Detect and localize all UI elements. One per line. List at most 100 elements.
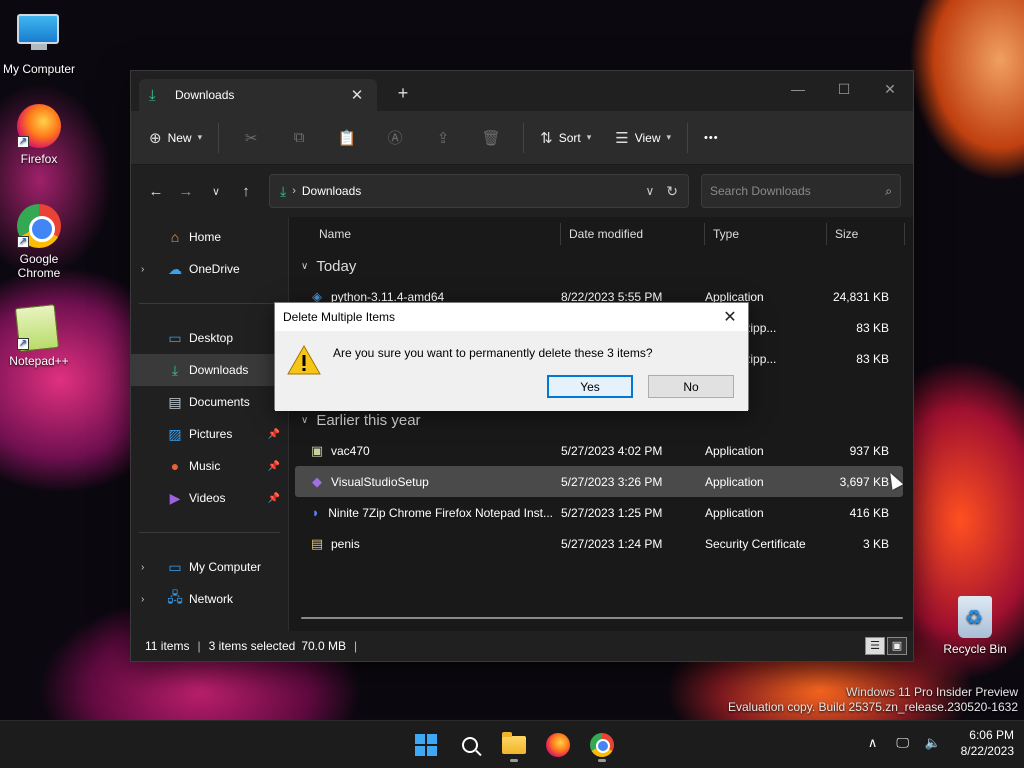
- taskbar-firefox[interactable]: [540, 727, 576, 763]
- os-watermark: Windows 11 Pro Insider Preview Evaluatio…: [728, 685, 1018, 715]
- taskbar-chrome[interactable]: [584, 727, 620, 763]
- paste-button[interactable]: 📋: [323, 122, 371, 154]
- desktop-icon-my-computer[interactable]: My Computer: [1, 8, 77, 76]
- app-icon: ▣: [310, 442, 324, 458]
- more-options-button[interactable]: •••: [696, 122, 727, 154]
- clock-time: 6:06 PM: [969, 728, 1014, 742]
- file-size: 83 KB: [856, 351, 889, 366]
- desktop-icon-label: Google Chrome: [17, 252, 61, 280]
- column-header-name[interactable]: Name: [295, 223, 561, 245]
- pin-icon[interactable]: 📌: [268, 429, 280, 440]
- share-button[interactable]: ⇪: [419, 122, 467, 154]
- new-tab-button[interactable]: +: [393, 83, 413, 104]
- chevron-down-icon[interactable]: ∨: [645, 184, 654, 198]
- clock[interactable]: 6:06 PM 8/22/2023: [961, 727, 1014, 759]
- rename-button[interactable]: Ⓐ: [371, 122, 419, 154]
- sort-button[interactable]: ⇅ Sort ▾: [532, 122, 599, 154]
- group-header[interactable]: ∨ Today: [295, 251, 913, 281]
- search-input[interactable]: [710, 184, 886, 198]
- chevron-right-icon[interactable]: ›: [141, 264, 155, 275]
- column-header-type[interactable]: Type: [705, 223, 827, 245]
- refresh-icon[interactable]: ↻: [666, 183, 678, 200]
- selection-size: 70.0 MB: [301, 639, 347, 653]
- close-tab-icon[interactable]: ✕: [347, 86, 367, 104]
- tab-downloads[interactable]: ⤓ Downloads ✕: [139, 79, 377, 111]
- title-bar: ⤓ Downloads ✕ + — ☐ ✕: [131, 71, 913, 111]
- file-row[interactable]: ◗ Ninite 7Zip Chrome Firefox Notepad Inst…: [295, 497, 903, 528]
- pin-icon[interactable]: 📌: [268, 493, 280, 504]
- sidebar-item-network[interactable]: › 🖧 Network: [131, 583, 288, 615]
- maximize-button[interactable]: ☐: [821, 75, 867, 103]
- cut-button[interactable]: ✂: [227, 122, 275, 154]
- forward-button[interactable]: →: [171, 183, 201, 200]
- no-button[interactable]: No: [648, 375, 734, 398]
- sidebar-item-pictures[interactable]: ▨ Pictures 📌: [131, 418, 288, 450]
- address-bar[interactable]: ⤓ › Downloads ∨ ↻: [269, 174, 689, 208]
- file-type: Application: [705, 505, 764, 520]
- file-size: 937 KB: [849, 443, 889, 458]
- close-icon[interactable]: ✕: [720, 307, 740, 327]
- sidebar-item-desktop[interactable]: ▭ Desktop: [131, 322, 288, 354]
- firefox-icon: [546, 733, 570, 757]
- desktop-icon-chrome[interactable]: ↗ Google Chrome: [1, 204, 77, 280]
- file-size: 3,697 KB: [839, 474, 889, 489]
- sort-label: Sort: [558, 130, 581, 145]
- videos-icon: ▶: [169, 489, 181, 506]
- chevron-down-icon: ∨: [301, 260, 309, 272]
- file-row[interactable]: ▣ vac470 5/27/2023 4:02 PM Application 93…: [295, 435, 903, 466]
- network-icon[interactable]: 🖵: [893, 735, 913, 751]
- chevron-down-icon: ▾: [666, 132, 672, 142]
- taskbar-file-explorer[interactable]: [496, 727, 532, 763]
- sidebar-item-home[interactable]: ⌂ Home: [131, 221, 288, 253]
- notepadpp-icon: ↗: [14, 304, 61, 352]
- view-button[interactable]: ☰ View ▾: [607, 122, 679, 154]
- sidebar-item-music[interactable]: ● Music 📌: [131, 450, 288, 482]
- sidebar-item-downloads[interactable]: ⤓ Downloads: [131, 354, 288, 386]
- delete-button[interactable]: 🗑: [467, 122, 515, 154]
- desktop-icon-recycle-bin[interactable]: Recycle Bin: [940, 596, 1010, 656]
- file-name: vac470: [331, 443, 370, 458]
- pin-icon[interactable]: 📌: [268, 461, 280, 472]
- computer-icon: ▭: [168, 558, 182, 575]
- desktop-icon-firefox[interactable]: ↗ Firefox: [1, 104, 77, 166]
- sidebar-item-documents[interactable]: ▤ Documents: [131, 386, 288, 418]
- column-header-size[interactable]: Size: [827, 223, 905, 245]
- volume-icon[interactable]: 🔈: [923, 735, 943, 751]
- chevron-up-icon[interactable]: ∧: [863, 735, 883, 751]
- dialog-message: Are you sure you want to permanently del…: [333, 346, 653, 360]
- sidebar-item-onedrive[interactable]: › ☁ OneDrive: [131, 253, 288, 285]
- sidebar-item-my-computer[interactable]: › ▭ My Computer: [131, 551, 288, 583]
- file-row[interactable]: ◆ VisualStudioSetup 5/27/2023 3:26 PM App…: [295, 466, 903, 497]
- file-date: 5/27/2023 3:26 PM: [561, 474, 663, 489]
- download-icon: ⤓: [149, 86, 156, 104]
- desktop-icon-notepadpp[interactable]: ↗ Notepad++: [1, 304, 77, 368]
- file-size: 24,831 KB: [832, 289, 889, 304]
- file-type: Security Certificate: [705, 536, 806, 551]
- close-window-button[interactable]: ✕: [867, 75, 913, 103]
- search-button[interactable]: [452, 727, 488, 763]
- chevron-right-icon[interactable]: ›: [141, 594, 155, 605]
- search-box[interactable]: ⌕: [701, 174, 901, 208]
- command-bar: ⊕ New ▾ ✂ ⧉ 📋 Ⓐ ⇪ 🗑 ⇅ Sort ▾ ☰ View ▾ ••…: [131, 111, 913, 165]
- yes-button[interactable]: Yes: [547, 375, 633, 398]
- minimize-button[interactable]: —: [775, 75, 821, 103]
- horizontal-scrollbar[interactable]: [301, 617, 903, 619]
- start-button[interactable]: [408, 727, 444, 763]
- file-row[interactable]: ▤ penis 5/27/2023 1:24 PM Security Certif…: [295, 528, 903, 559]
- details-view-button[interactable]: ☰: [865, 637, 885, 655]
- up-button[interactable]: ↑: [231, 183, 261, 200]
- breadcrumb[interactable]: Downloads: [302, 184, 634, 198]
- warning-icon: [287, 345, 321, 375]
- new-button[interactable]: ⊕ New ▾: [141, 122, 210, 154]
- chevron-right-icon: ›: [292, 185, 296, 197]
- paste-icon: 📋: [337, 129, 357, 147]
- copy-button[interactable]: ⧉: [275, 122, 323, 154]
- column-header-date[interactable]: Date modified: [561, 223, 705, 245]
- recent-locations-button[interactable]: ∨: [201, 185, 231, 198]
- tiles-view-button[interactable]: ▣: [887, 637, 907, 655]
- back-button[interactable]: ←: [141, 183, 171, 200]
- sidebar-item-videos[interactable]: ▶ Videos 📌: [131, 482, 288, 514]
- home-icon: ⌂: [170, 229, 180, 245]
- chevron-right-icon[interactable]: ›: [141, 562, 155, 573]
- share-icon: ⇪: [436, 129, 450, 147]
